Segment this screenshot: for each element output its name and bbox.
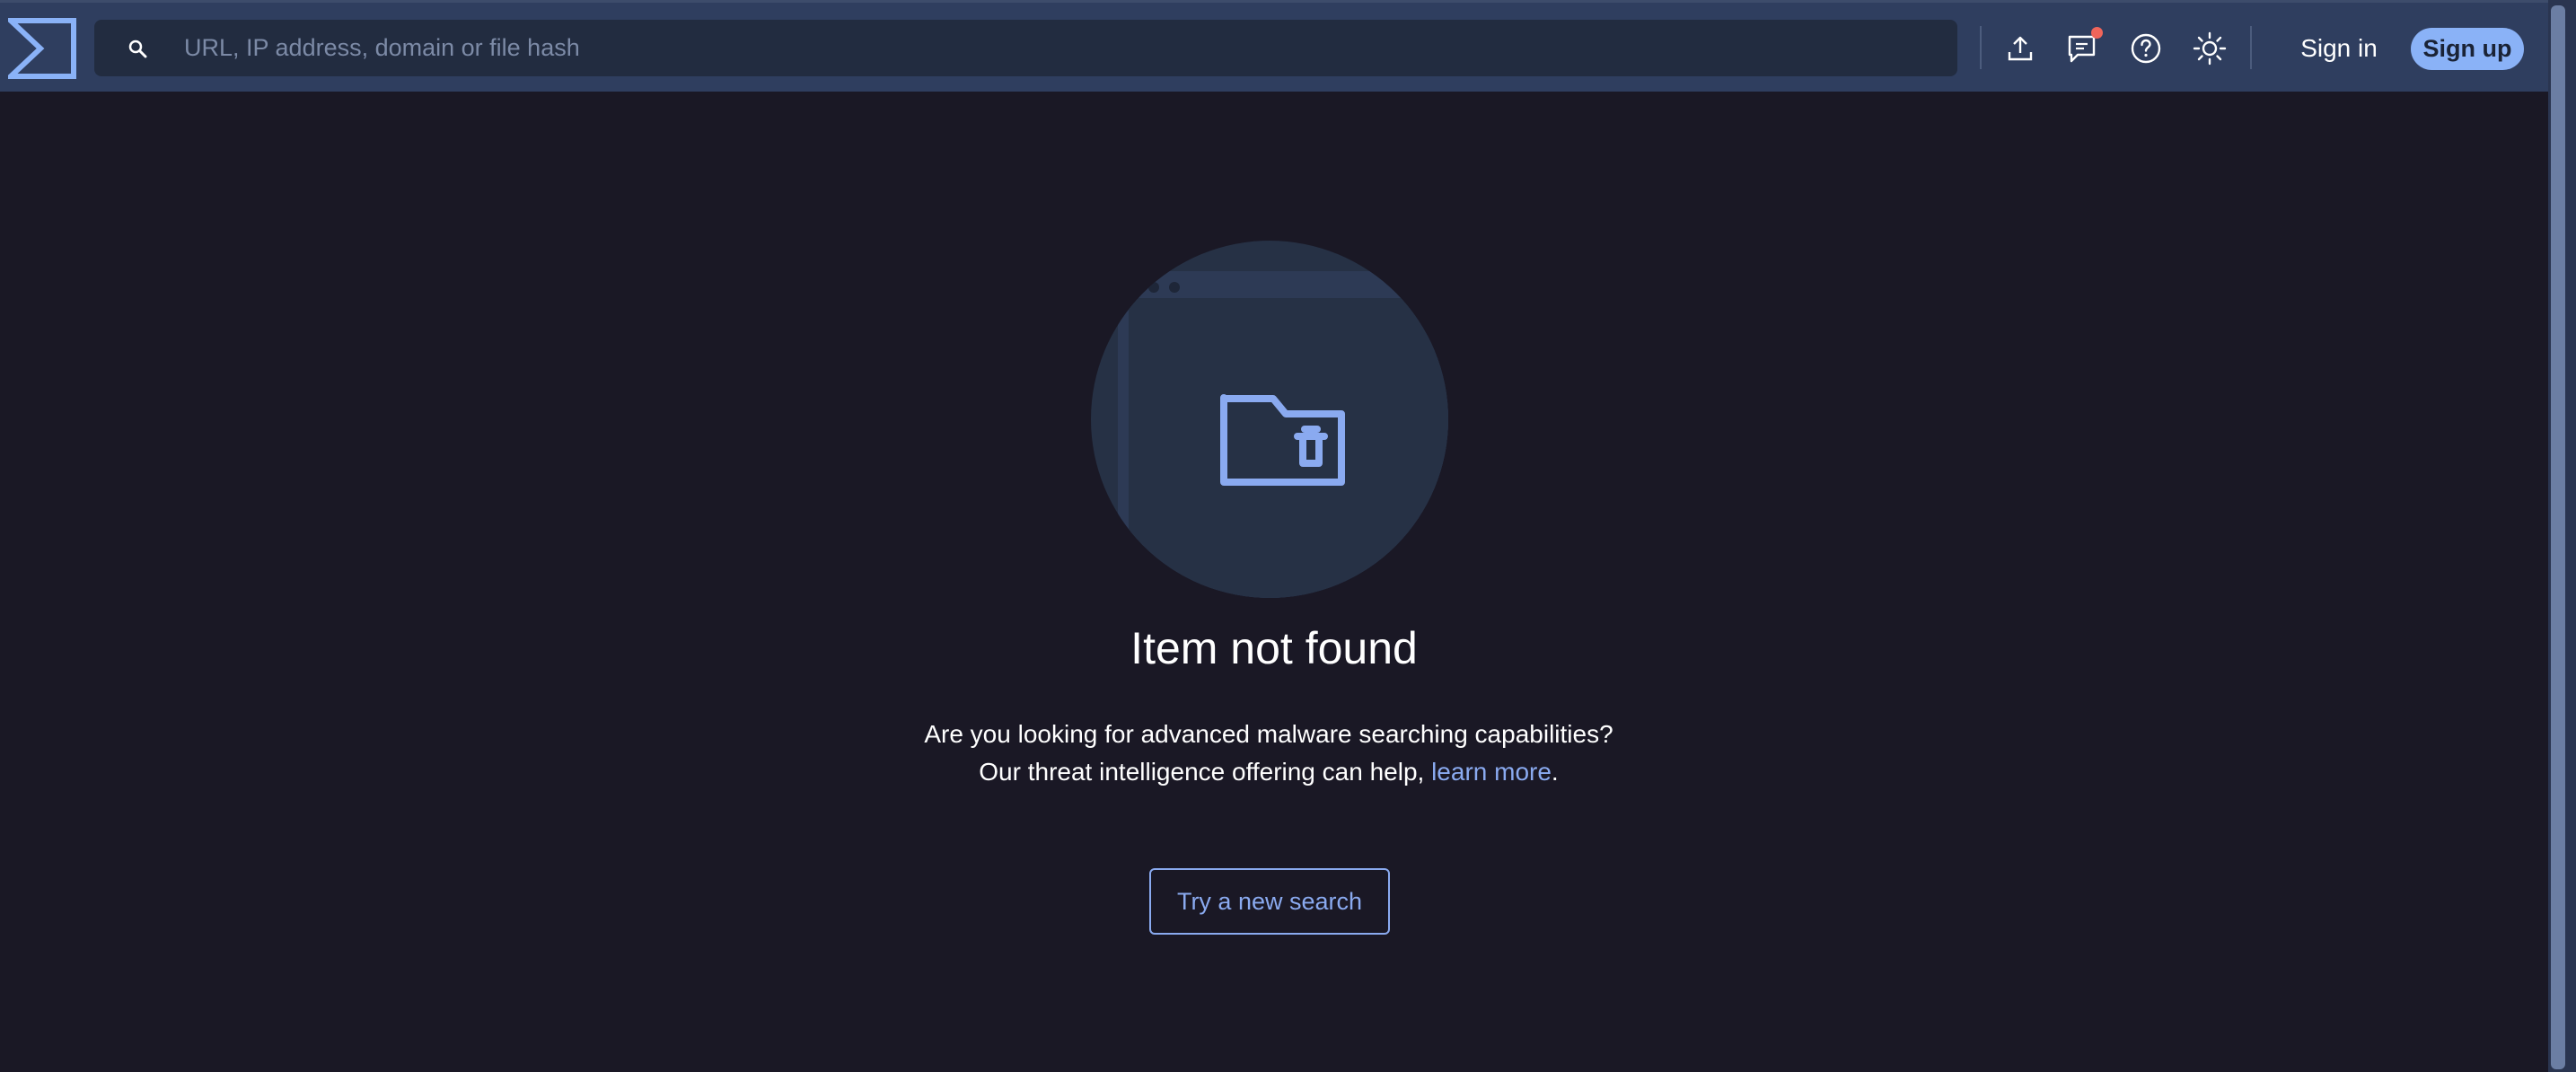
notification-dot xyxy=(2091,27,2103,39)
scrollbar-thumb[interactable] xyxy=(2551,5,2565,1069)
sign-in-link[interactable]: Sign in xyxy=(2281,23,2397,74)
page-title: Item not found xyxy=(1130,623,1418,673)
divider xyxy=(1980,26,1982,69)
search-input[interactable] xyxy=(184,20,1926,76)
upload-button[interactable] xyxy=(2001,30,2039,67)
learn-more-link[interactable]: learn more xyxy=(1431,758,1552,786)
upload-icon xyxy=(2008,36,2033,61)
help-icon xyxy=(2131,33,2161,64)
promo-message-period: . xyxy=(1551,758,1559,786)
divider xyxy=(2250,26,2252,69)
theme-toggle-button[interactable] xyxy=(2191,30,2229,67)
top-navigation-bar: Sign in Sign up xyxy=(0,0,2548,92)
promo-message-line-2: Our threat intelligence offering can hel… xyxy=(0,758,2537,786)
search-icon xyxy=(128,40,147,58)
try-new-search-button[interactable]: Try a new search xyxy=(1149,868,1390,935)
help-button[interactable] xyxy=(2127,30,2165,67)
not-found-illustration xyxy=(1091,241,1448,598)
sun-icon xyxy=(2193,31,2227,66)
search-bar[interactable] xyxy=(94,20,1957,76)
logo-icon[interactable] xyxy=(8,18,76,79)
promo-message-text: Our threat intelligence offering can hel… xyxy=(979,758,1432,786)
promo-message-line-1: Are you looking for advanced malware sea… xyxy=(924,720,1613,748)
community-chat-button[interactable] xyxy=(2064,27,2103,67)
sign-up-button[interactable]: Sign up xyxy=(2411,28,2524,70)
